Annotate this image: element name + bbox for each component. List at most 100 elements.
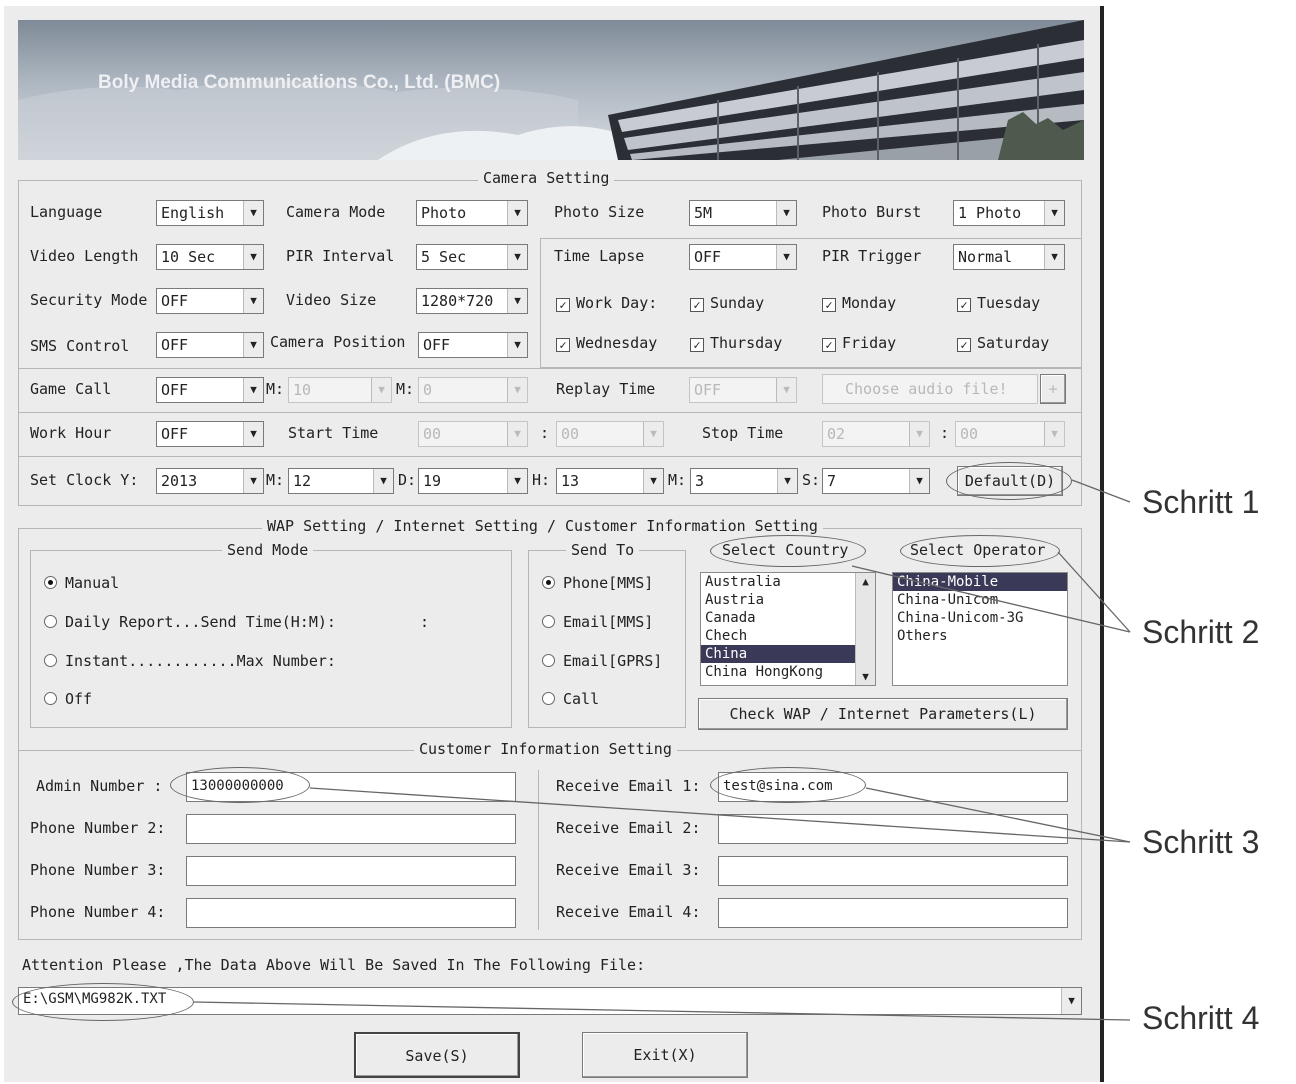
list-item[interactable]: China-Unicom — [893, 591, 1067, 609]
radio-icon — [542, 692, 555, 705]
language-label: Language — [30, 203, 103, 221]
phone-number-3-field[interactable] — [186, 856, 516, 886]
sms-control-label: SMS Control — [30, 337, 130, 355]
radio-icon — [44, 692, 57, 705]
security-mode-label: Security Mode — [30, 291, 148, 309]
send-to-phone-mms-radio[interactable]: Phone[MMS] — [542, 574, 653, 592]
list-item[interactable]: China HongKong — [701, 663, 875, 681]
company-name: Boly Media Communications Co., Ltd. (BMC… — [98, 72, 501, 93]
year-select[interactable]: 2013 ▼ — [156, 468, 264, 494]
work-hour-select[interactable]: OFF ▼ — [156, 421, 264, 447]
month-select[interactable]: 12 ▼ — [288, 468, 394, 494]
monday-checkbox[interactable]: ✓ Monday — [822, 294, 896, 312]
chevron-down-icon: ▼ — [507, 422, 527, 446]
photo-size-select[interactable]: 5M ▼ — [689, 200, 797, 226]
minute-select[interactable]: 3 ▼ — [690, 468, 798, 494]
video-length-select[interactable]: 10 Sec ▼ — [156, 244, 264, 270]
operator-list[interactable]: China-Mobile China-Unicom China-Unicom-3… — [892, 572, 1068, 686]
security-mode-select[interactable]: OFF ▼ — [156, 288, 264, 314]
pir-trigger-label: PIR Trigger — [822, 247, 922, 265]
email-column-divider — [538, 770, 539, 930]
second-select[interactable]: 7 ▼ — [822, 468, 930, 494]
replay-time-select[interactable]: OFF ▼ — [689, 377, 797, 403]
list-item-selected[interactable]: China-Mobile — [893, 573, 1067, 591]
send-mode-daily-radio[interactable]: Daily Report...Send Time(H:M): — [44, 613, 336, 631]
send-mode-off-radio[interactable]: Off — [44, 690, 92, 708]
sunday-checkbox[interactable]: ✓ Sunday — [690, 294, 764, 312]
receive-email-2-label: Receive Email 2: — [556, 819, 701, 837]
list-item-selected[interactable]: China — [701, 645, 875, 663]
send-mode-instant-radio[interactable]: Instant............Max Number: — [44, 652, 336, 670]
annotation-circle-admin — [170, 767, 310, 803]
photo-burst-select[interactable]: 1 Photo ▼ — [953, 200, 1065, 226]
send-to-email-mms-radio[interactable]: Email[MMS] — [542, 613, 653, 631]
video-size-label: Video Size — [286, 291, 377, 309]
tuesday-checkbox[interactable]: ✓ Tuesday — [957, 294, 1040, 312]
game-call-minute-select[interactable]: 10 ▼ — [288, 377, 392, 403]
send-to-email-gprs-radio[interactable]: Email[GPRS] — [542, 652, 662, 670]
camera-position-select[interactable]: OFF ▼ — [418, 332, 528, 358]
phone-number-4-label: Phone Number 4: — [30, 903, 166, 921]
phone-number-4-field[interactable] — [186, 898, 516, 928]
scroll-up-icon[interactable]: ▲ — [856, 575, 875, 588]
save-button[interactable]: Save(S) — [354, 1032, 520, 1078]
thursday-checkbox[interactable]: ✓ Thursday — [690, 334, 782, 352]
time-lapse-select[interactable]: OFF ▼ — [689, 244, 797, 270]
chevron-down-icon: ▼ — [776, 201, 796, 225]
start-time-separator: : — [540, 424, 550, 442]
work-day-checkbox[interactable]: ✓ Work Day: — [556, 294, 657, 312]
pir-trigger-select[interactable]: Normal ▼ — [953, 244, 1065, 270]
scroll-down-icon[interactable]: ▼ — [856, 670, 875, 683]
day-select[interactable]: 19 ▼ — [418, 468, 528, 494]
start-hour-select[interactable]: 00 ▼ — [418, 421, 528, 447]
stop-time-separator: : — [940, 424, 950, 442]
list-item[interactable]: Canada — [701, 609, 875, 627]
stop-time-label: Stop Time — [702, 424, 784, 442]
camera-mode-select[interactable]: Photo ▼ — [416, 200, 528, 226]
chevron-down-icon: ▼ — [909, 469, 929, 493]
camera-mode-label: Camera Mode — [286, 203, 386, 221]
chevron-down-icon: ▼ — [643, 469, 663, 493]
list-item[interactable]: Others — [893, 627, 1067, 645]
annotation-circle-path — [12, 983, 194, 1021]
add-audio-button[interactable]: + — [1040, 374, 1066, 404]
send-mode-manual-radio[interactable]: Manual — [44, 574, 119, 592]
send-to-call-radio[interactable]: Call — [542, 690, 599, 708]
stop-minute-select[interactable]: 00 ▼ — [955, 421, 1065, 447]
check-icon: ✓ — [556, 298, 570, 312]
wednesday-checkbox[interactable]: ✓ Wednesday — [556, 334, 657, 352]
list-item[interactable]: Chech — [701, 627, 875, 645]
video-size-select[interactable]: 1280*720 ▼ — [416, 288, 528, 314]
hour-select[interactable]: 13 ▼ — [556, 468, 664, 494]
radio-icon — [44, 576, 57, 589]
annotation-step-4: Schritt 4 — [1142, 1000, 1260, 1036]
game-call-second-select[interactable]: 0 ▼ — [418, 377, 528, 403]
start-minute-select[interactable]: 00 ▼ — [556, 421, 664, 447]
chevron-down-icon: ▼ — [507, 245, 527, 269]
list-item[interactable]: Australia — [701, 573, 875, 591]
game-call-select[interactable]: OFF ▼ — [156, 377, 264, 403]
phone-number-2-field[interactable] — [186, 814, 516, 844]
sms-control-select[interactable]: OFF ▼ — [156, 332, 264, 358]
country-scrollbar[interactable]: ▲ ▼ — [855, 573, 875, 685]
stop-hour-select[interactable]: 02 ▼ — [822, 421, 930, 447]
language-select[interactable]: English ▼ — [156, 200, 264, 226]
country-list[interactable]: Australia Austria Canada Chech China Chi… — [700, 572, 876, 686]
list-item[interactable]: Austria — [701, 591, 875, 609]
receive-email-4-field[interactable] — [718, 898, 1068, 928]
list-item[interactable]: China-Unicom-3G — [893, 609, 1067, 627]
check-icon: ✓ — [690, 338, 704, 352]
check-wap-button[interactable]: Check WAP / Internet Parameters(L) — [698, 698, 1068, 730]
exit-button[interactable]: Exit(X) — [582, 1032, 748, 1078]
check-icon: ✓ — [690, 298, 704, 312]
friday-checkbox[interactable]: ✓ Friday — [822, 334, 896, 352]
window-edge — [1100, 6, 1104, 1082]
receive-email-2-field[interactable] — [718, 814, 1068, 844]
audio-file-field[interactable]: Choose audio file! — [822, 374, 1038, 404]
pir-interval-select[interactable]: 5 Sec ▼ — [416, 244, 528, 270]
camera-position-label: Camera Position — [270, 333, 406, 351]
chevron-down-icon: ▼ — [1044, 245, 1064, 269]
send-time-separator: : — [420, 613, 430, 631]
saturday-checkbox[interactable]: ✓ Saturday — [957, 334, 1049, 352]
receive-email-3-field[interactable] — [718, 856, 1068, 886]
